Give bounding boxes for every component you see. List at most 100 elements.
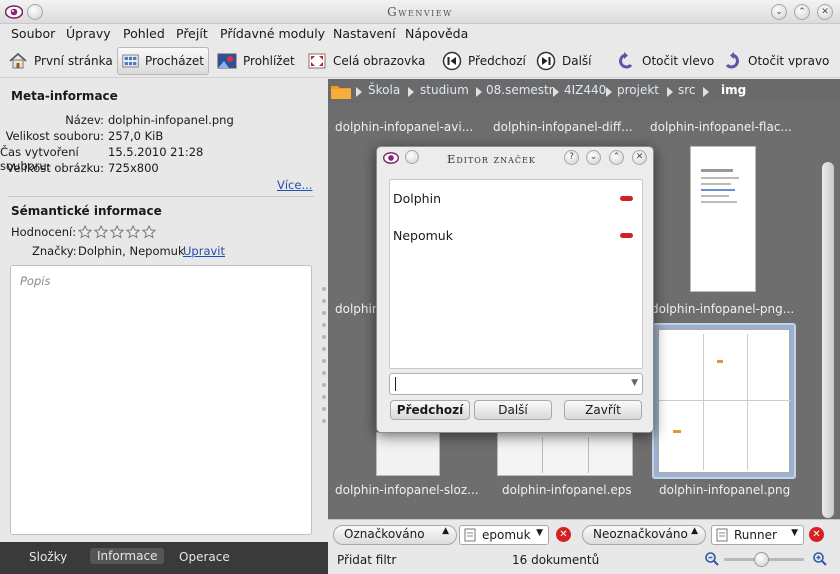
thumbnail-label[interactable]: dolphin-infopanel-avi... <box>335 120 473 134</box>
thumbnail-label[interactable]: dolphin-infopanel-sloz... <box>335 483 479 497</box>
previous-button[interactable]: Předchozí <box>390 400 470 420</box>
tag-filter-combo[interactable]: Runner ▼ <box>711 525 804 545</box>
untagged-filter-button[interactable]: Neoznačkováno ▲ <box>582 525 706 545</box>
zoom-slider-handle[interactable] <box>754 552 769 567</box>
menu-napoveda[interactable]: Nápověda <box>405 26 468 41</box>
menu-nastaveni[interactable]: Nastavení <box>333 26 396 41</box>
image-view-icon <box>217 53 237 69</box>
dialog-menu-button[interactable] <box>405 150 419 164</box>
tab-folders[interactable]: Složky <box>29 550 67 564</box>
home-icon <box>9 52 27 69</box>
maximize-button[interactable]: ⌃ <box>794 4 810 20</box>
tagged-filter-button[interactable]: Označkováno ▲ <box>333 525 457 545</box>
breadcrumb-item[interactable]: src <box>678 83 696 97</box>
thumbnail-label[interactable]: dolphin-infopanel-flac... <box>650 120 792 134</box>
close-window-button[interactable]: ✕ <box>817 4 833 20</box>
dialog-minimize-button[interactable]: ⌄ <box>586 150 601 165</box>
thumbnail-label[interactable]: dolphin-infopanel.eps <box>502 483 632 497</box>
menu-pridavne-moduly[interactable]: Přídavné moduly <box>220 26 325 41</box>
browse-button[interactable]: Procházet <box>117 47 209 75</box>
remove-tag-icon[interactable] <box>620 196 633 201</box>
tag-item[interactable]: Nepomuk <box>393 228 453 243</box>
thumbnail-image[interactable] <box>497 432 633 476</box>
help-button[interactable]: ? <box>564 150 579 165</box>
tab-information[interactable]: Informace <box>90 548 165 564</box>
sidebar-tabs: Složky Informace Operace <box>0 542 330 574</box>
fullscreen-button[interactable]: Celá obrazovka <box>303 47 429 75</box>
divider <box>8 196 314 197</box>
next-button[interactable]: Další <box>532 47 596 75</box>
tag-filter-combo[interactable]: epomuk ▼ <box>459 525 549 545</box>
next-icon <box>536 51 556 71</box>
rotate-left-icon <box>619 52 633 69</box>
zoom-out-icon[interactable] <box>704 551 720 567</box>
rating-stars[interactable] <box>78 225 156 239</box>
rating-label: Hodnocení: <box>11 225 77 239</box>
main-toolbar: První stránka Procházet Prohlížet Celá o… <box>0 44 840 78</box>
breadcrumb-separator <box>606 87 612 97</box>
menu-pohled[interactable]: Pohled <box>123 26 165 41</box>
rotate-right-icon <box>725 52 739 69</box>
document-icon <box>464 528 476 542</box>
next-button[interactable]: Další <box>474 400 552 420</box>
breadcrumb-item[interactable]: 08.semestr <box>486 83 554 97</box>
thumbnail-label[interactable]: dolphin-infopanel.png <box>659 483 790 497</box>
tab-operations[interactable]: Operace <box>179 550 230 564</box>
breadcrumb-item[interactable]: projekt <box>617 83 659 97</box>
chevron-down-icon[interactable]: ▼ <box>631 378 638 388</box>
breadcrumb-separator <box>553 87 559 97</box>
breadcrumb-item[interactable]: studium <box>420 83 469 97</box>
remove-filter-icon[interactable]: ✕ <box>556 527 571 542</box>
thumbnail-label[interactable]: dolphin <box>335 302 379 316</box>
star-icon[interactable] <box>110 225 124 239</box>
star-icon[interactable] <box>126 225 140 239</box>
breadcrumb: Škola studium 08.semestr 4IZ440 projekt … <box>328 79 840 103</box>
splitter-grip[interactable] <box>320 287 328 431</box>
description-textarea[interactable]: Popis <box>10 265 312 535</box>
thumbnail-image[interactable] <box>690 146 756 292</box>
breadcrumb-separator <box>667 87 673 97</box>
tag-item[interactable]: Dolphin <box>393 191 441 206</box>
rotate-left-button[interactable]: Otočit vlevo <box>612 47 718 75</box>
thumbnail-selected[interactable] <box>652 323 796 479</box>
minimize-button[interactable]: ⌄ <box>771 4 787 20</box>
zoom-slider[interactable] <box>724 552 804 567</box>
new-tag-combo[interactable]: ▼ <box>389 373 643 395</box>
vertical-scrollbar[interactable] <box>820 104 836 519</box>
dialog-maximize-button[interactable]: ⌃ <box>609 150 624 165</box>
thumbnail-label[interactable]: dolphin-infopanel-diff... <box>493 120 633 134</box>
document-icon <box>716 528 728 542</box>
breadcrumb-current[interactable]: img <box>721 83 746 97</box>
fullscreen-icon <box>308 53 326 69</box>
menu-upravy[interactable]: Úpravy <box>66 26 111 41</box>
menu-soubor[interactable]: Soubor <box>11 26 55 41</box>
star-icon[interactable] <box>78 225 92 239</box>
window-titlebar: Gwenview ⌄ ⌃ ✕ <box>0 0 840 24</box>
star-icon[interactable] <box>94 225 108 239</box>
previous-button[interactable]: Předchozí <box>438 47 530 75</box>
star-icon[interactable] <box>142 225 156 239</box>
zoom-in-icon[interactable] <box>812 551 828 567</box>
view-button[interactable]: Prohlížet <box>213 47 299 75</box>
menu-prejit[interactable]: Přejít <box>176 26 208 41</box>
edit-tags-link[interactable]: Upravit <box>183 244 225 258</box>
gwenview-app-icon <box>383 152 399 164</box>
first-page-button[interactable]: První stránka <box>4 47 117 75</box>
breadcrumb-item[interactable]: Škola <box>368 83 400 97</box>
more-link[interactable]: Více... <box>277 178 312 192</box>
close-button[interactable]: Zavřít <box>564 400 642 420</box>
remove-filter-icon[interactable]: ✕ <box>809 527 824 542</box>
breadcrumb-item[interactable]: 4IZ440 <box>564 83 606 97</box>
remove-tag-icon[interactable] <box>620 233 633 238</box>
breadcrumb-separator <box>476 87 482 97</box>
dims-label: Velikost obrázku: <box>6 161 105 175</box>
dialog-title: Editor značek <box>447 152 536 166</box>
add-filter-button[interactable]: Přidat filtr <box>337 553 396 567</box>
size-label: Velikost souboru: <box>5 129 104 143</box>
scrollbar-thumb[interactable] <box>822 162 834 518</box>
thumbnail-label[interactable]: dolphin-infopanel-png... <box>651 302 794 316</box>
dialog-close-button[interactable]: ✕ <box>632 150 647 165</box>
thumbnail-image[interactable] <box>376 432 440 476</box>
rotate-right-button[interactable]: Otočit vpravo <box>718 47 833 75</box>
description-placeholder: Popis <box>20 274 51 288</box>
